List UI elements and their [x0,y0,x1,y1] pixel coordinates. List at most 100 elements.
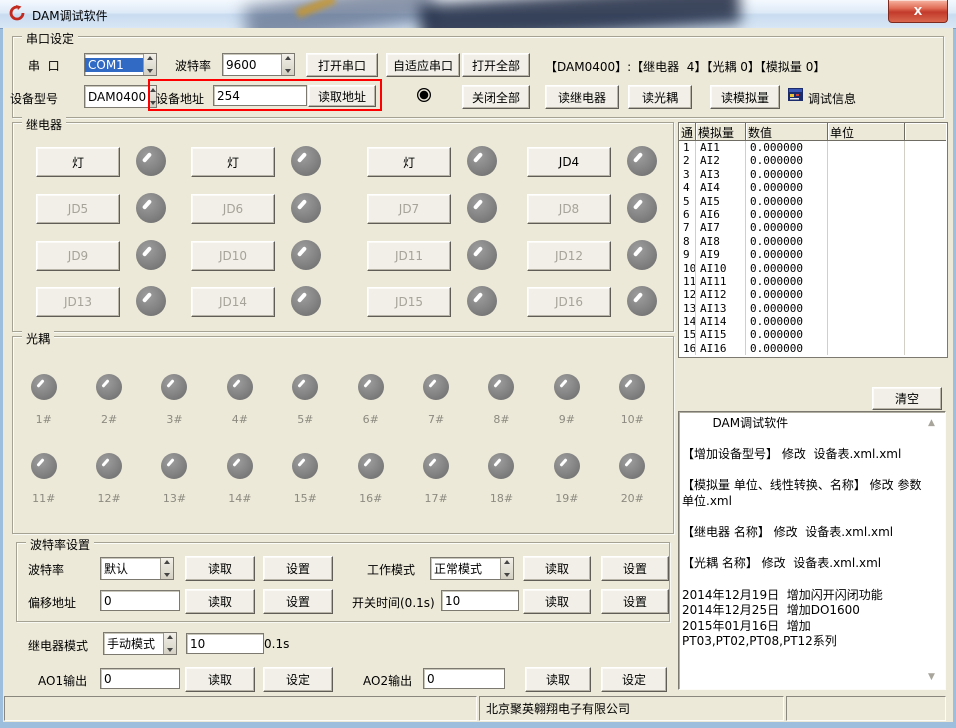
opto-label: 4# [232,413,248,426]
table-row[interactable]: 13 AI13 0.000000 [679,302,947,315]
relay-mode-combo[interactable]: 手动模式 [103,632,177,655]
table-row[interactable]: 16 AI16 0.000000 [679,342,947,355]
close-icon: X [914,5,922,18]
serial-port-combo[interactable]: COM1 [84,53,157,76]
offset-set-button[interactable]: 设置 [263,589,333,614]
table-row[interactable]: 14 AI14 0.000000 [679,315,947,328]
opto-led [96,453,122,479]
combo-spinner-icon [160,558,173,579]
ao2-read-button[interactable]: 读取 [525,667,591,692]
relay-button[interactable]: JD7 [367,194,451,224]
relay-button[interactable]: JD12 [527,241,611,271]
debug-info-label[interactable]: 调试信息 [808,90,856,107]
relay-button[interactable]: JD13 [36,287,120,317]
channel-cell: 10 [679,262,696,275]
opto-led [96,374,122,400]
relay-button[interactable]: JD5 [36,194,120,224]
table-row[interactable]: 10 AI10 0.000000 [679,262,947,275]
value-cell: 0.000000 [746,262,828,275]
device-model-combo[interactable]: DAM0400 [84,85,157,108]
name-cell: AI3 [696,168,746,181]
relay-button[interactable]: JD15 [367,287,451,317]
ao1-read-button[interactable]: 读取 [185,667,255,692]
open-all-button[interactable]: 打开全部 [462,53,530,77]
opto-cell: 17# [403,453,468,532]
read-opto-button[interactable]: 读光耦 [628,85,692,109]
relay-button[interactable]: JD9 [36,241,120,271]
relay-button[interactable]: JD11 [367,241,451,271]
ao2-input[interactable]: 0 [423,668,505,689]
opto-led [619,453,645,479]
table-row[interactable]: 9 AI9 0.000000 [679,248,947,261]
table-row[interactable]: 12 AI12 0.000000 [679,288,947,301]
table-row[interactable]: 2 AI2 0.000000 [679,154,947,167]
value-cell: 0.000000 [746,275,828,288]
title-bar[interactable]: DAM调试软件 X [0,0,956,29]
close-button[interactable]: X [888,0,948,23]
channel-cell: 11 [679,275,696,288]
baud-combo[interactable]: 9600 [222,53,295,76]
table-row[interactable]: 5 AI5 0.000000 [679,195,947,208]
table-row[interactable]: 1 AI1 0.000000 [679,141,947,154]
read-analog-button[interactable]: 读模拟量 [710,85,780,109]
work-mode-combo[interactable]: 正常模式 [430,557,514,580]
offset-input[interactable]: 0 [100,590,180,611]
debug-info-icon[interactable] [788,87,803,102]
unit-cell [828,168,905,181]
baud-read-button[interactable]: 读取 [185,556,255,581]
read-relay-button[interactable]: 读继电器 [545,85,619,109]
relay-button[interactable]: JD6 [191,194,275,224]
ao2-set-button[interactable]: 设定 [601,667,667,692]
info-textarea[interactable]: DAM调试软件 【增加设备型号】 修改 设备表.xml.xml 【模拟量 单位、… [678,411,946,690]
relay-button[interactable]: JD4 [527,147,611,177]
opto-cell: 16# [338,453,403,532]
offset-read-button[interactable]: 读取 [185,589,255,614]
ao1-input[interactable]: 0 [100,668,180,689]
switch-time-input[interactable]: 10 [441,590,519,611]
relay-button[interactable]: JD16 [527,287,611,317]
relay-button[interactable]: JD8 [527,194,611,224]
table-row[interactable]: 4 AI4 0.000000 [679,181,947,194]
table-row[interactable]: 7 AI7 0.000000 [679,221,947,234]
work-mode-set-button[interactable]: 设置 [601,556,669,581]
auto-serial-button[interactable]: 自适应串口 [386,53,460,77]
scroll-down-icon[interactable]: ▼ [928,672,935,682]
opto-led [161,374,187,400]
baud2-combo[interactable]: 默认 [100,557,174,580]
table-row[interactable]: 8 AI8 0.000000 [679,235,947,248]
switch-time-set-button[interactable]: 设置 [601,589,669,614]
baud-set-button[interactable]: 设置 [263,556,333,581]
table-row[interactable]: 6 AI6 0.000000 [679,208,947,221]
value-cell: 0.000000 [746,221,828,234]
scroll-up-icon[interactable]: ▲ [928,418,935,428]
column-header[interactable]: 模拟量 [696,123,746,141]
table-row[interactable]: 11 AI11 0.000000 [679,275,947,288]
relay-mode-time-input[interactable]: 10 [186,633,264,654]
table-row[interactable]: 15 AI15 0.000000 [679,328,947,341]
clear-button[interactable]: 清空 [872,387,942,410]
column-header[interactable]: 通 [679,123,696,141]
opto-cell: 19# [534,453,599,532]
empty-cell [905,302,946,315]
relay-button[interactable]: JD14 [191,287,275,317]
table-row[interactable]: 3 AI3 0.000000 [679,168,947,181]
relay-led [627,193,657,223]
channel-cell: 13 [679,302,696,315]
relay-button[interactable]: 灯 [191,147,275,177]
ao1-set-button[interactable]: 设定 [263,667,333,692]
close-all-button[interactable]: 关闭全部 [462,85,530,109]
offset-label: 偏移地址 [28,594,76,611]
device-address-input[interactable]: 254 [213,85,307,106]
column-header[interactable]: 数值 [746,123,828,141]
name-cell: AI2 [696,154,746,167]
switch-time-read-button[interactable]: 读取 [523,589,591,614]
read-address-button[interactable]: 读取地址 [308,85,376,107]
relay-button[interactable]: 灯 [367,147,451,177]
column-header[interactable] [905,123,946,141]
relay-button[interactable]: JD10 [191,241,275,271]
open-serial-button[interactable]: 打开串口 [306,53,378,77]
channel-cell: 7 [679,221,696,234]
column-header[interactable]: 单位 [828,123,905,141]
work-mode-read-button[interactable]: 读取 [523,556,591,581]
relay-button[interactable]: 灯 [36,147,120,177]
